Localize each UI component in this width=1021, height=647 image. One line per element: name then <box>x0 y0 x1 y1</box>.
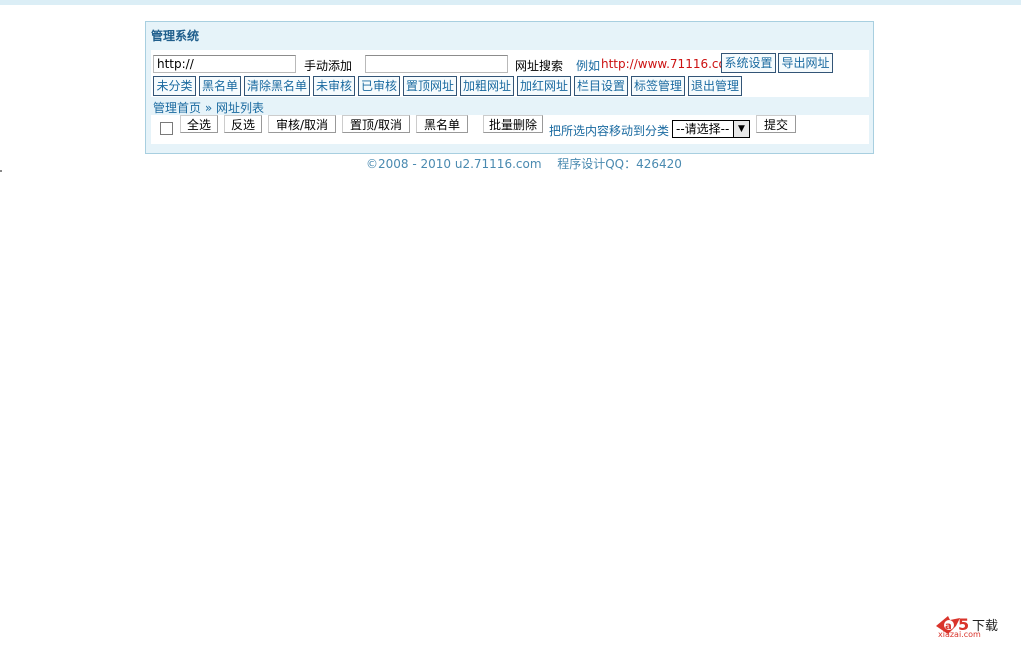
submit-button[interactable]: 提交 <box>756 115 796 133</box>
footer-copyright: ©2008 - 2010 u2.71116.com <box>366 157 542 171</box>
nav-red-urls[interactable]: 加红网址 <box>517 76 571 96</box>
invert-selection-button[interactable]: 反选 <box>224 115 262 133</box>
select-all-button[interactable]: 全选 <box>180 115 218 133</box>
footer-designer: 程序设计QQ：426420 <box>557 157 682 171</box>
example-prefix: 例如 <box>576 59 601 73</box>
category-select-value: --请选择-- <box>676 122 730 136</box>
breadcrumb-current[interactable]: 网址列表 <box>216 101 264 115</box>
select-all-checkbox[interactable] <box>160 122 173 135</box>
footer: ©2008 - 2010 u2.71116.com 程序设计QQ：426420 <box>366 155 682 172</box>
nav-blacklist[interactable]: 黑名单 <box>199 76 241 96</box>
search-input[interactable] <box>365 55 508 73</box>
panel-title: 管理系统 <box>151 29 200 43</box>
stray-dot <box>0 170 2 172</box>
approve-toggle-button[interactable]: 审核/取消 <box>268 115 336 133</box>
example-url: http://www.71116.com <box>601 57 738 71</box>
nav-unreviewed[interactable]: 未审核 <box>313 76 355 96</box>
a5-logo-watermark: a 5 下载 xiazai.com <box>934 612 1010 639</box>
admin-panel: 管理系统 http:// 手动添加 网址搜索 例如 http://www.711… <box>145 21 874 154</box>
pin-toggle-button[interactable]: 置顶/取消 <box>342 115 410 133</box>
nav-pinned-urls[interactable]: 置顶网址 <box>403 76 457 96</box>
nav-tag-management[interactable]: 标签管理 <box>631 76 685 96</box>
top-border-strip <box>0 0 1021 5</box>
nav-reviewed[interactable]: 已审核 <box>358 76 400 96</box>
breadcrumb-home[interactable]: 管理首页 <box>153 101 201 115</box>
action-bar: 全选 反选 审核/取消 置顶/取消 黑名单 批量删除 把所选内容移动到分类 --… <box>151 115 869 144</box>
system-settings-button[interactable]: 系统设置 <box>721 53 776 73</box>
search-button[interactable]: 网址搜索 <box>515 57 563 74</box>
nav-clear-blacklist[interactable]: 清除黑名单 <box>244 76 310 96</box>
breadcrumb-separator: » <box>201 101 216 115</box>
chevron-down-icon[interactable]: ▼ <box>733 121 749 137</box>
watermark-domain: xiazai.com <box>938 630 981 639</box>
nav-bold-urls[interactable]: 加粗网址 <box>460 76 514 96</box>
nav-logout[interactable]: 退出管理 <box>688 76 742 96</box>
export-urls-button[interactable]: 导出网址 <box>778 53 833 73</box>
manual-add-button[interactable]: 手动添加 <box>304 57 352 74</box>
blacklist-button[interactable]: 黑名单 <box>416 115 468 133</box>
nav-column-settings[interactable]: 栏目设置 <box>574 76 628 96</box>
url-input[interactable]: http:// <box>153 55 296 73</box>
batch-delete-button[interactable]: 批量删除 <box>483 115 543 133</box>
category-select[interactable]: --请选择-- ▼ <box>672 120 750 138</box>
nav-uncategorized[interactable]: 未分类 <box>153 76 196 96</box>
move-to-category-label: 把所选内容移动到分类 <box>549 124 670 138</box>
breadcrumb: 管理首页 » 网址列表 <box>153 99 264 116</box>
